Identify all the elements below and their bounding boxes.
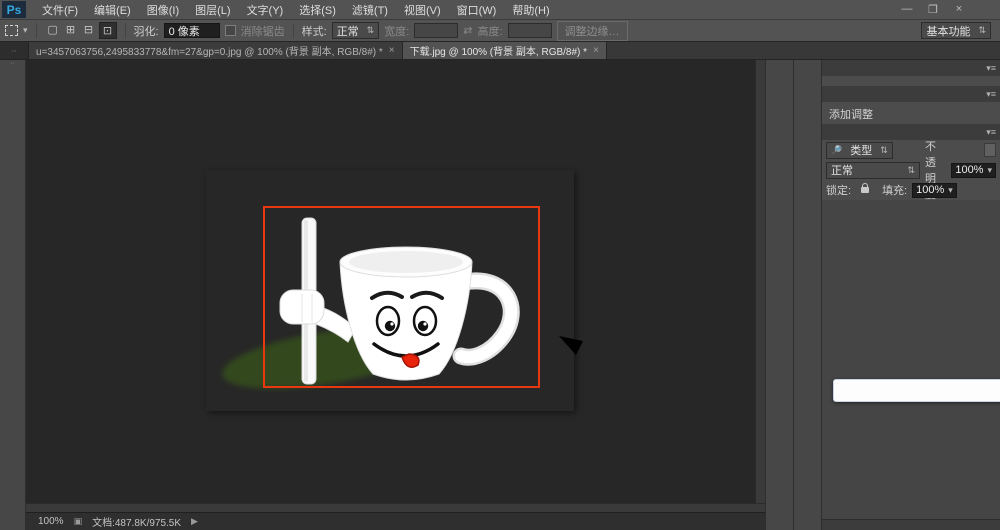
height-label: 高度: — [477, 23, 502, 39]
menu-bar: Ps 文件(F)编辑(E)图像(I)图层(L)文字(Y)选择(S)滤镜(T)视图… — [0, 0, 1000, 20]
filter-type-value: 类型 — [850, 142, 872, 158]
photoshop-window: Ps 文件(F)编辑(E)图像(I)图层(L)文字(Y)选择(S)滤镜(T)视图… — [0, 0, 1000, 530]
selection-mode-group: ▢⊞⊟⊡ — [45, 22, 117, 39]
workspace-dropdown[interactable]: 基本功能 ⇅ — [921, 22, 991, 39]
zoom-level[interactable]: 100% — [38, 516, 64, 527]
layers-panel: ▾≡ 🔎 类型 ⇅ 正常 ⇅ 不透明度: — [822, 124, 1000, 530]
fill-input[interactable]: 100% ▾ — [912, 183, 957, 198]
vertical-scrollbar[interactable] — [755, 60, 765, 504]
blend-mode-dropdown[interactable]: 正常 ⇅ — [826, 162, 920, 179]
tab-label: u=3457063756,2495833778&fm=27&gp=0.jpg @… — [36, 43, 383, 58]
new-selection-mode[interactable]: ▢ — [45, 22, 61, 37]
close-button[interactable]: × — [946, 3, 972, 16]
tools-panel: ∙∙ — [0, 60, 26, 530]
menu-item-8[interactable]: 窗口(W) — [449, 2, 505, 18]
status-icon: ▣ — [74, 516, 83, 527]
lock-all-icon[interactable] — [861, 187, 869, 193]
adjustments-panel: ▾≡ 添加调整 — [822, 86, 1000, 124]
subtract-selection-mode[interactable]: ⊟ — [81, 22, 97, 37]
menu-item-1[interactable]: 编辑(E) — [86, 2, 139, 18]
tab-close-icon[interactable]: × — [389, 45, 395, 56]
layers-empty-area — [822, 200, 1000, 519]
divider — [36, 23, 37, 38]
feather-label: 羽化: — [134, 23, 159, 39]
ime-toolbar — [833, 379, 1000, 402]
menu-item-6[interactable]: 滤镜(T) — [344, 2, 396, 18]
document-canvas[interactable] — [206, 170, 574, 411]
tool-options-bar: ▾ ▢⊞⊟⊡ 羽化: 0 像素 消除锯齿 样式: 正常 ⇅ 宽度: ⇄ 高度: … — [0, 20, 1000, 42]
status-menu-arrow-icon[interactable]: ▶ — [191, 516, 198, 527]
chevron-down-icon: ▾ — [987, 165, 992, 176]
swap-dimensions-icon[interactable]: ⇄ — [463, 24, 472, 37]
style-dropdown[interactable]: 正常 ⇅ — [332, 22, 380, 39]
swatch-grid — [822, 76, 1000, 83]
menu-item-2[interactable]: 图像(I) — [139, 2, 187, 18]
menu-item-9[interactable]: 帮助(H) — [504, 2, 557, 18]
blend-mode-value: 正常 — [831, 162, 853, 178]
ps-logo-icon: Ps — [2, 1, 26, 18]
fill-label: 填充: — [882, 182, 907, 198]
width-input[interactable] — [414, 23, 458, 38]
panel-menu-icon[interactable]: ▾≡ — [986, 63, 996, 74]
panel-menu-icon[interactable]: ▾≡ — [986, 89, 996, 100]
swatches-panel: ▾≡ — [822, 60, 1000, 86]
divider — [293, 23, 294, 38]
updown-icon: ⇅ — [367, 25, 375, 36]
opacity-input[interactable]: 100% ▾ — [951, 163, 996, 178]
style-value: 正常 — [337, 23, 359, 39]
layer-filter-dropdown[interactable]: 🔎 类型 ⇅ — [826, 142, 893, 159]
fill-value: 100% — [916, 184, 944, 196]
document-tab-bar: ∙∙ u=3457063756,2495833778&fm=27&gp=0.jp… — [0, 42, 1000, 60]
add-adjustment-label: 添加调整 — [822, 102, 1000, 124]
layers-bottom-toolbar — [822, 519, 1000, 530]
divider — [125, 23, 126, 38]
selection-rectangle — [263, 206, 540, 388]
menu-item-7[interactable]: 视图(V) — [396, 2, 449, 18]
menu-items: 文件(F)编辑(E)图像(I)图层(L)文字(Y)选择(S)滤镜(T)视图(V)… — [34, 2, 558, 18]
menu-item-0[interactable]: 文件(F) — [34, 2, 86, 18]
collapsed-panels-strip-2 — [793, 60, 821, 530]
toolbar-grip[interactable]: ∙∙ — [11, 61, 15, 68]
width-label: 宽度: — [384, 23, 409, 39]
status-bar: 100% ▣ 文档:487.8K/975.5K ▶ — [26, 512, 765, 530]
updown-icon: ⇅ — [978, 25, 986, 36]
feather-input[interactable]: 0 像素 — [164, 23, 220, 38]
restore-button[interactable]: ❐ — [920, 3, 946, 16]
collapsed-panels-strip-1 — [765, 60, 793, 530]
document-tab-1[interactable]: 下载.jpg @ 100% (背景 副本, RGB/8#) * × — [403, 42, 607, 59]
document-tab-0[interactable]: u=3457063756,2495833778&fm=27&gp=0.jpg @… — [29, 42, 403, 59]
tab-label: 下载.jpg @ 100% (背景 副本, RGB/8#) * — [410, 43, 587, 58]
tab-corner: ∙∙ — [0, 42, 29, 59]
menu-item-3[interactable]: 图层(L) — [187, 2, 238, 18]
filter-toggle-button[interactable] — [984, 143, 996, 157]
chevron-down-icon: ▾ — [948, 185, 953, 196]
updown-icon: ⇅ — [907, 165, 915, 176]
antialias-label: 消除锯齿 — [241, 23, 285, 39]
preset-chevron-icon[interactable]: ▾ — [23, 25, 28, 36]
add-selection-mode[interactable]: ⊞ — [63, 22, 79, 37]
panels-column: ▾≡ ▾≡ 添加调整 ▾≡ 🔎 类型 — [821, 60, 1000, 530]
search-icon: 🔎 — [831, 145, 842, 156]
lock-label: 锁定: — [826, 182, 851, 198]
updown-icon: ⇅ — [880, 145, 888, 156]
window-controls: —❐× — [894, 3, 972, 16]
antialias-checkbox[interactable] — [225, 25, 236, 36]
panel-menu-icon[interactable]: ▾≡ — [986, 127, 996, 138]
menu-item-5[interactable]: 选择(S) — [291, 2, 344, 18]
opacity-value: 100% — [955, 164, 983, 176]
menu-item-4[interactable]: 文字(Y) — [239, 2, 292, 18]
refine-edge-button[interactable]: 调整边缘… — [557, 21, 628, 41]
style-label: 样式: — [302, 23, 327, 39]
intersect-selection-mode[interactable]: ⊡ — [99, 22, 117, 39]
canvas-area[interactable]: 100% ▣ 文档:487.8K/975.5K ▶ — [26, 60, 765, 530]
marquee-preset-icon[interactable] — [5, 25, 18, 36]
tab-close-icon[interactable]: × — [593, 45, 599, 56]
minimize-button[interactable]: — — [894, 3, 920, 16]
workspace-value: 基本功能 — [926, 23, 970, 39]
height-input[interactable] — [508, 23, 552, 38]
